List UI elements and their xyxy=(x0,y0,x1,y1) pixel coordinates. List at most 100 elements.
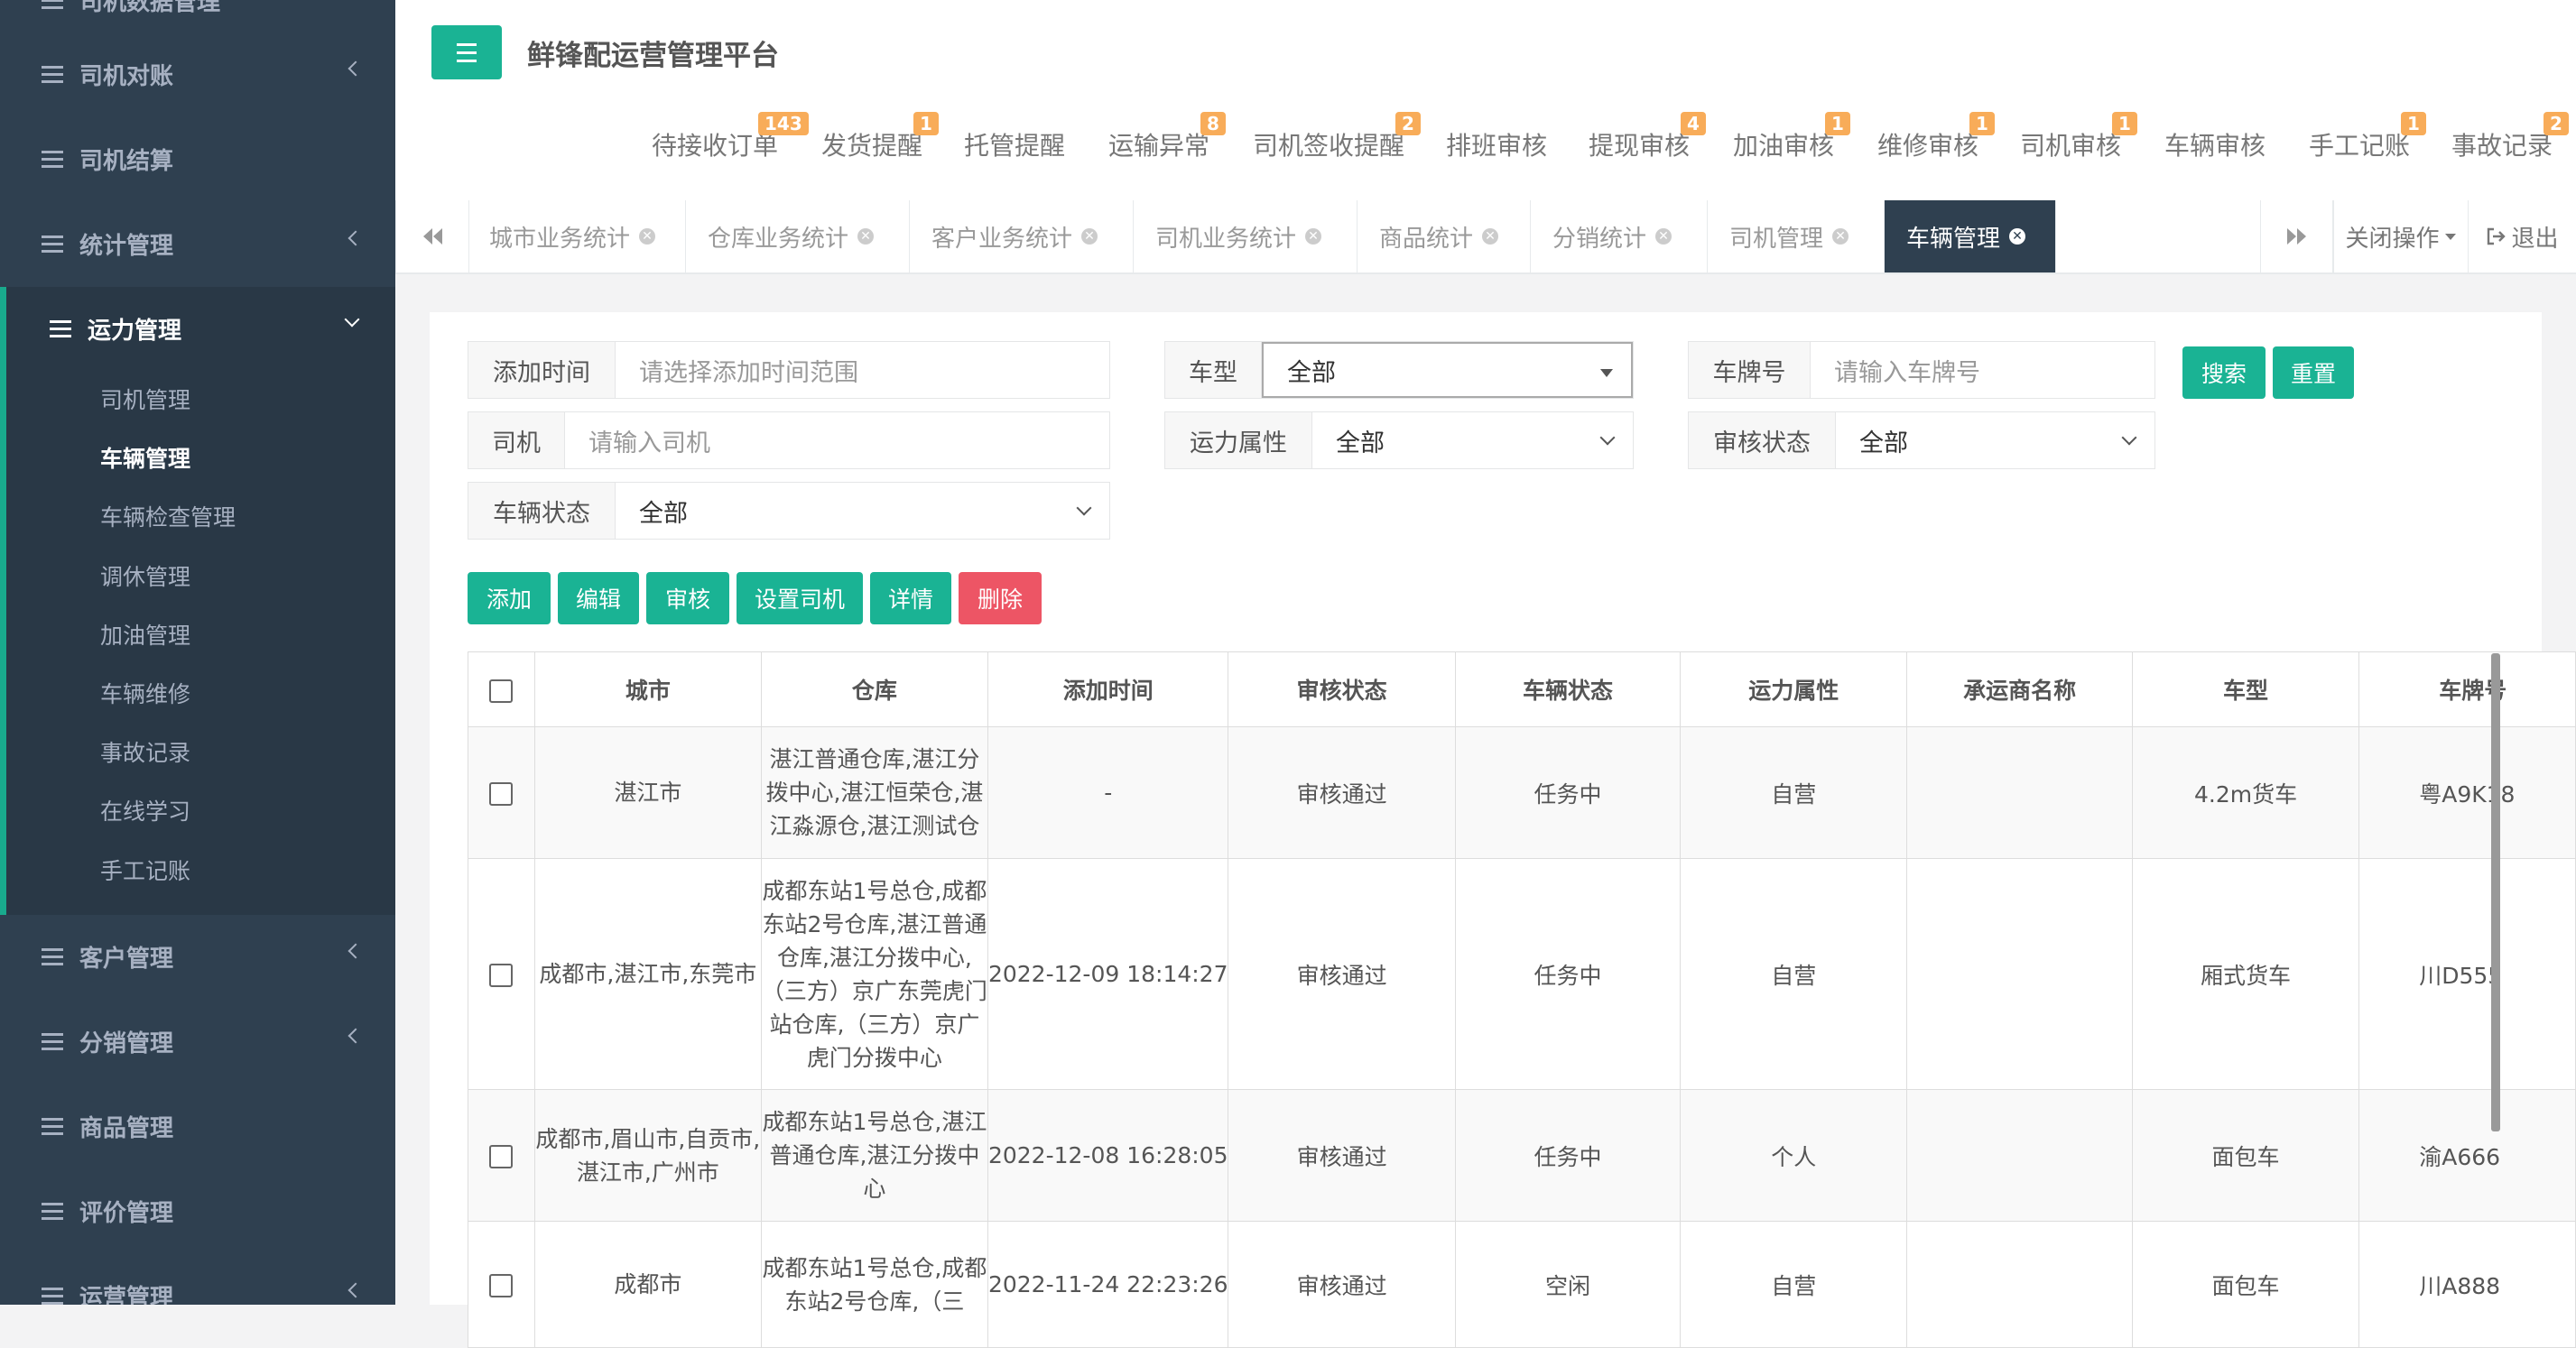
reset-button[interactable]: 重置 xyxy=(2273,346,2354,399)
close-icon[interactable]: ✕ xyxy=(1482,228,1499,245)
close-ops-dropdown[interactable]: 关闭操作 xyxy=(2332,200,2468,272)
col-header-add-time[interactable]: 添加时间 xyxy=(987,651,1229,727)
close-icon[interactable]: ✕ xyxy=(1832,228,1849,245)
cell-vehicle-status: 任务中 xyxy=(1454,858,1682,1090)
detail-button[interactable]: 详情 xyxy=(870,572,951,624)
close-icon[interactable]: ✕ xyxy=(1081,228,1098,245)
sidebar-subitem-5[interactable]: 车辆维修 xyxy=(100,666,190,720)
sidebar-item-after-2[interactable]: 商品管理 xyxy=(0,1085,395,1168)
tab-1[interactable]: 仓库业务统计 ✕ xyxy=(686,200,910,272)
add-time-label: 添加时间 xyxy=(468,342,616,398)
close-icon[interactable]: ✕ xyxy=(2009,228,2026,245)
logout-button[interactable]: 退出 xyxy=(2468,200,2576,272)
sidebar-subitem-0[interactable]: 司机管理 xyxy=(100,372,190,426)
close-icon[interactable]: ✕ xyxy=(857,228,875,245)
cell-warehouse: 成都东站1号总仓,湛江普通仓库,湛江分拨中心 xyxy=(760,1089,988,1222)
table-row[interactable]: 成都市,湛江市,东莞市 成都东站1号总仓,成都东站2号仓库,湛江普通仓库,湛江分拨… xyxy=(468,858,2576,1090)
driver-label: 司机 xyxy=(468,412,565,468)
row-checkbox[interactable] xyxy=(489,964,514,987)
top-nav-item-12[interactable]: 事故记录 xyxy=(2451,126,2553,162)
audit-status-select[interactable]: 全部 xyxy=(1836,412,2154,468)
row-checkbox[interactable] xyxy=(489,1274,514,1297)
menu-bars-icon xyxy=(42,1113,63,1140)
capacity-select[interactable]: 全部 xyxy=(1312,412,1633,468)
top-nav-item-1[interactable]: 发货提醒 xyxy=(821,126,922,162)
double-left-icon xyxy=(423,228,442,245)
sidebar-item-after-4[interactable]: 运营管理 xyxy=(0,1254,395,1305)
sidebar-subitem-6[interactable]: 事故记录 xyxy=(100,725,190,779)
top-nav-item-11[interactable]: 手工记账 xyxy=(2309,126,2410,162)
close-icon[interactable]: ✕ xyxy=(1305,228,1322,245)
top-nav-item-5[interactable]: 排班审核 xyxy=(1446,126,1547,162)
delete-button[interactable]: 删除 xyxy=(959,572,1042,624)
tab-2[interactable]: 客户业务统计 ✕ xyxy=(910,200,1134,272)
top-nav-item-6[interactable]: 提现审核 xyxy=(1589,126,1690,162)
select-all-checkbox[interactable] xyxy=(489,679,514,703)
tab-5[interactable]: 分销统计 ✕ xyxy=(1531,200,1708,272)
col-header-vehicle-status[interactable]: 车辆状态 xyxy=(1454,651,1682,727)
sidebar-item-after-1[interactable]: 分销管理 xyxy=(0,1000,395,1083)
col-header-carrier[interactable]: 承运商名称 xyxy=(1906,651,2133,727)
sidebar-item-before-2[interactable]: 统计管理 xyxy=(0,202,395,285)
table-row[interactable]: 湛江市 湛江普通仓库,湛江分拨中心,湛江恒荣仓,湛江淼源仓,湛江测试仓 - 审核通过任… xyxy=(468,726,2576,859)
top-nav-item-3[interactable]: 运输异常 xyxy=(1108,126,1209,162)
sidebar-subitem-4[interactable]: 加油管理 xyxy=(100,607,190,661)
sidebar-item-before-0[interactable]: 司机对账 xyxy=(0,32,395,115)
tabs-scroll-right-button[interactable] xyxy=(2260,200,2334,272)
sidebar-subitem-2[interactable]: 车辆检查管理 xyxy=(100,489,236,543)
sidebar-item-before-1[interactable]: 司机结算 xyxy=(0,117,395,200)
col-header-audit-status[interactable]: 审核状态 xyxy=(1228,651,1456,727)
sidebar-subitem-8[interactable]: 手工记账 xyxy=(100,843,190,897)
col-header-capacity[interactable]: 运力属性 xyxy=(1680,651,1908,727)
caret-down-icon xyxy=(1600,369,1613,377)
row-select-cell xyxy=(468,858,535,1090)
top-nav-item-2[interactable]: 托管提醒 xyxy=(964,126,1065,162)
top-nav-label: 车辆审核 xyxy=(2164,131,2266,161)
col-header-warehouse[interactable]: 仓库 xyxy=(760,651,988,727)
table-scrollbar[interactable] xyxy=(2491,653,2500,1131)
sidebar-subitem-7[interactable]: 在线学习 xyxy=(100,783,190,837)
vehicle-type-select[interactable]: 全部 xyxy=(1262,342,1633,398)
audit-button[interactable]: 审核 xyxy=(646,572,729,624)
vehicle-status-label: 车辆状态 xyxy=(468,483,616,539)
tab-3[interactable]: 司机业务统计 ✕ xyxy=(1134,200,1357,272)
top-nav-item-4[interactable]: 司机签收提醒 xyxy=(1253,126,1404,162)
row-checkbox[interactable] xyxy=(489,1145,514,1168)
top-nav-item-7[interactable]: 加油审核 xyxy=(1733,126,1834,162)
tab-4[interactable]: 商品统计 ✕ xyxy=(1357,200,1531,272)
tab-7[interactable]: 车辆管理 ✕ xyxy=(1885,200,2056,272)
close-ops-label: 关闭操作 xyxy=(2345,225,2440,253)
top-nav-item-10[interactable]: 车辆审核 xyxy=(2164,126,2266,162)
table-row[interactable]: 成都市,眉山市,自贡市,湛江市,广州市 成都东站1号总仓,湛江普通仓库,湛江分拨中… xyxy=(468,1089,2576,1222)
col-header-vehicle-type[interactable]: 车型 xyxy=(2131,651,2360,727)
col-header-city[interactable]: 城市 xyxy=(533,651,762,727)
sidebar-group-header[interactable]: 运力管理 xyxy=(6,287,395,370)
add-time-input[interactable]: 请选择添加时间范围 xyxy=(616,342,1109,398)
vehicle-status-select[interactable]: 全部 xyxy=(616,483,1109,539)
row-checkbox[interactable] xyxy=(489,782,514,806)
add-button[interactable]: 添加 xyxy=(468,572,551,624)
edit-button[interactable]: 编辑 xyxy=(558,572,639,624)
search-button[interactable]: 搜索 xyxy=(2182,346,2266,399)
top-nav-item-9[interactable]: 司机审核 xyxy=(2020,126,2121,162)
sidebar-subitem-1[interactable]: 车辆管理 xyxy=(100,430,190,485)
close-icon[interactable]: ✕ xyxy=(1655,228,1673,245)
table-row[interactable]: 成都市 成都东站1号总仓,成都东站2号仓库,（三 2022-11-24 22:23:… xyxy=(468,1221,2576,1348)
sidebar-item-after-3[interactable]: 评价管理 xyxy=(0,1169,395,1252)
col-header-plate[interactable]: 车牌号 xyxy=(2358,651,2576,727)
cell-vehicle-status: 空闲 xyxy=(1454,1221,1682,1348)
sidebar-subitem-3[interactable]: 调休管理 xyxy=(100,549,190,603)
tabs-scroll-left-button[interactable] xyxy=(395,200,469,272)
logout-icon xyxy=(2488,227,2507,245)
close-icon[interactable]: ✕ xyxy=(639,228,656,245)
tab-6[interactable]: 司机管理 ✕ xyxy=(1708,200,1885,272)
sidebar-item-after-0[interactable]: 客户管理 xyxy=(0,915,395,998)
tab-0[interactable]: 城市业务统计 ✕ xyxy=(468,200,686,272)
set-driver-button[interactable]: 设置司机 xyxy=(737,572,863,624)
menu-toggle-button[interactable] xyxy=(431,25,502,79)
cell-plate: 渝A666 xyxy=(2358,1089,2576,1222)
top-nav-label: 发货提醒 xyxy=(821,131,923,161)
plate-input[interactable]: 请输入车牌号 xyxy=(1811,342,2154,398)
driver-input[interactable]: 请输入司机 xyxy=(565,412,1109,468)
top-nav-item-8[interactable]: 维修审核 xyxy=(1877,126,1978,162)
